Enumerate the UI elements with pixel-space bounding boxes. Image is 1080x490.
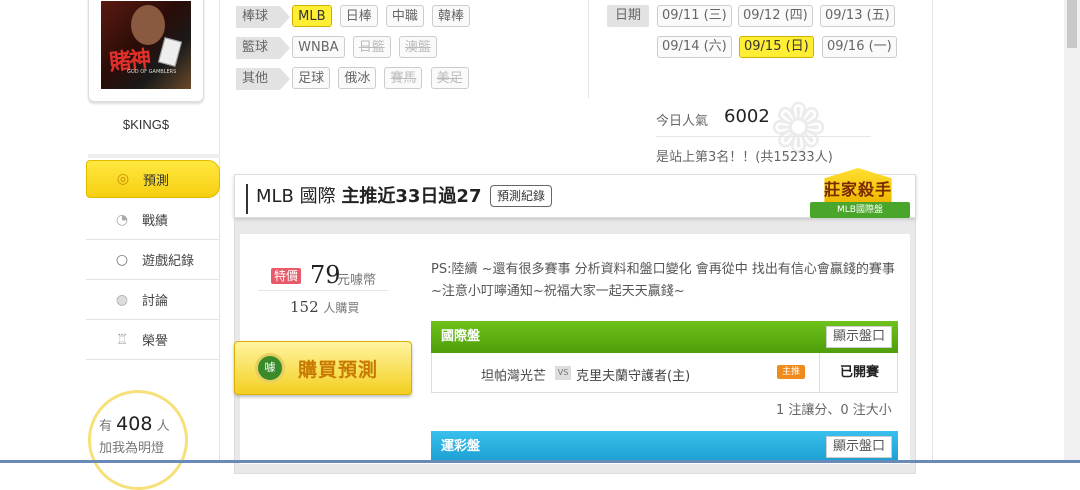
filter-other: 其他 足球 俄冰 賽馬 美足 <box>236 67 473 90</box>
section-sports-lottery: 運彩盤 顯示盤口 <box>431 431 898 463</box>
main-pick-badge: 主推 <box>777 365 805 379</box>
sidebar-item-honor[interactable]: ♖ 榮譽 <box>86 320 220 360</box>
date-label: 日期 <box>607 5 650 27</box>
prediction-records-button[interactable]: 預測紀錄 <box>490 185 553 207</box>
target-icon: ◎ <box>116 171 130 187</box>
vs-icon: VS <box>555 366 571 380</box>
sidebar-item-label: 討論 <box>142 294 169 309</box>
filter-basketball: 籃球 WNBA 日籃 澳籃 <box>236 36 441 59</box>
date-option[interactable]: 09/11 (三) <box>657 5 732 27</box>
sidebar-item-game-log[interactable]: ○ 遊戲紀錄 <box>86 240 220 280</box>
popularity-label: 今日人氣 <box>656 114 709 129</box>
ring-icon: ○ <box>115 251 129 268</box>
home-team: 克里夫蘭守護者(主) <box>576 369 691 384</box>
medal-icon: ♖ <box>115 331 129 348</box>
username[interactable]: $KING$ <box>88 117 204 132</box>
title-accent <box>246 184 248 214</box>
tag-au-basketball: 澳籃 <box>398 36 437 58</box>
sidebar-item-discuss[interactable]: ◍ 討論 <box>86 280 220 320</box>
tag-american-football: 美足 <box>430 67 469 89</box>
tag-mlb[interactable]: MLB <box>292 5 332 27</box>
tag-soccer[interactable]: 足球 <box>292 67 331 89</box>
section-international: 國際盤 顯示盤口 <box>431 321 898 353</box>
tag-kbo[interactable]: 韓棒 <box>432 5 471 27</box>
match-row: 坦帕灣光芒 VS 克里夫蘭守護者(主) 主推 已開賽 <box>431 353 898 393</box>
chat-icon: ◍ <box>115 291 129 308</box>
show-odds-button[interactable]: 顯示盤口 <box>825 326 892 348</box>
fans-count: 有 408 人 <box>99 413 170 435</box>
avatar-image: 賭神 GOD OF GAMBLERS <box>101 1 191 89</box>
divider <box>258 290 388 291</box>
coin-icon: 噱 <box>255 353 285 383</box>
tag-khl[interactable]: 俄冰 <box>338 67 377 89</box>
sidebar-item-label: 榮譽 <box>142 334 169 349</box>
buy-prediction-label[interactable]: 購買預測 <box>298 355 378 382</box>
buyers-count: 152 人購買 <box>290 298 360 316</box>
away-team: 坦帕灣光芒 <box>481 369 547 384</box>
scrollbar[interactable] <box>1064 0 1080 463</box>
sidebar-item-label: 預測 <box>143 173 170 189</box>
right-divider <box>932 0 933 463</box>
match-status: 已開賽 <box>819 353 899 392</box>
category-label: 其他 <box>236 68 291 90</box>
rank-text: 是站上第3名！！(共15233人) <box>656 150 833 165</box>
date-option[interactable]: 09/13 (五) <box>820 5 895 27</box>
date-option[interactable]: 09/12 (四) <box>738 5 813 27</box>
filter-baseball: 棒球 MLB 日棒 中職 韓棒 <box>236 5 474 28</box>
sidebar-item-record[interactable]: ◔ 戰績 <box>86 200 220 240</box>
follow-link[interactable]: 加我為明燈 <box>99 437 164 456</box>
prediction-title: MLB 國際 主推近33日過27 <box>256 186 482 207</box>
scrollbar-thumb[interactable] <box>1067 0 1077 48</box>
price-value: 79 <box>310 261 341 289</box>
show-odds-button[interactable]: 顯示盤口 <box>825 436 892 458</box>
divider <box>656 136 871 137</box>
category-label: 籃球 <box>236 37 291 59</box>
bookmaker-killer-badge: 莊家殺手 MLB國際盤 <box>810 168 910 226</box>
bet-summary: 1 注讓分、0 注大小 <box>776 403 892 418</box>
price-unit: 元噱幣 <box>337 273 377 288</box>
date-option[interactable]: 09/16 (一) <box>822 36 897 58</box>
tag-wnba[interactable]: WNBA <box>292 36 345 58</box>
sidebar-item-label: 戰績 <box>142 214 169 229</box>
category-label: 棒球 <box>236 6 291 28</box>
tag-cpbl[interactable]: 中職 <box>385 5 424 27</box>
filter-divider <box>588 0 589 98</box>
divider <box>88 154 220 158</box>
sidebar-item-predict[interactable]: ◎ 預測 <box>86 160 220 198</box>
sale-badge: 特價 <box>271 268 302 284</box>
date-option-selected[interactable]: 09/15 (日) <box>739 36 814 58</box>
sidebar-item-label: 遊戲紀錄 <box>142 254 195 269</box>
tag-horse-racing: 賽馬 <box>384 67 423 89</box>
tag-npb[interactable]: 日棒 <box>339 5 378 27</box>
avatar[interactable]: 賭神 GOD OF GAMBLERS <box>88 0 204 102</box>
tag-jp-basketball: 日籃 <box>352 36 391 58</box>
chart-icon: ◔ <box>115 211 129 228</box>
date-option[interactable]: 09/14 (六) <box>657 36 732 58</box>
popularity-value: 6002 <box>724 106 770 127</box>
prediction-description: PS:陸續 ~還有很多賽事 分析資料和盤口變化 會再從中 找出有信心會贏錢的賽事… <box>431 262 895 299</box>
